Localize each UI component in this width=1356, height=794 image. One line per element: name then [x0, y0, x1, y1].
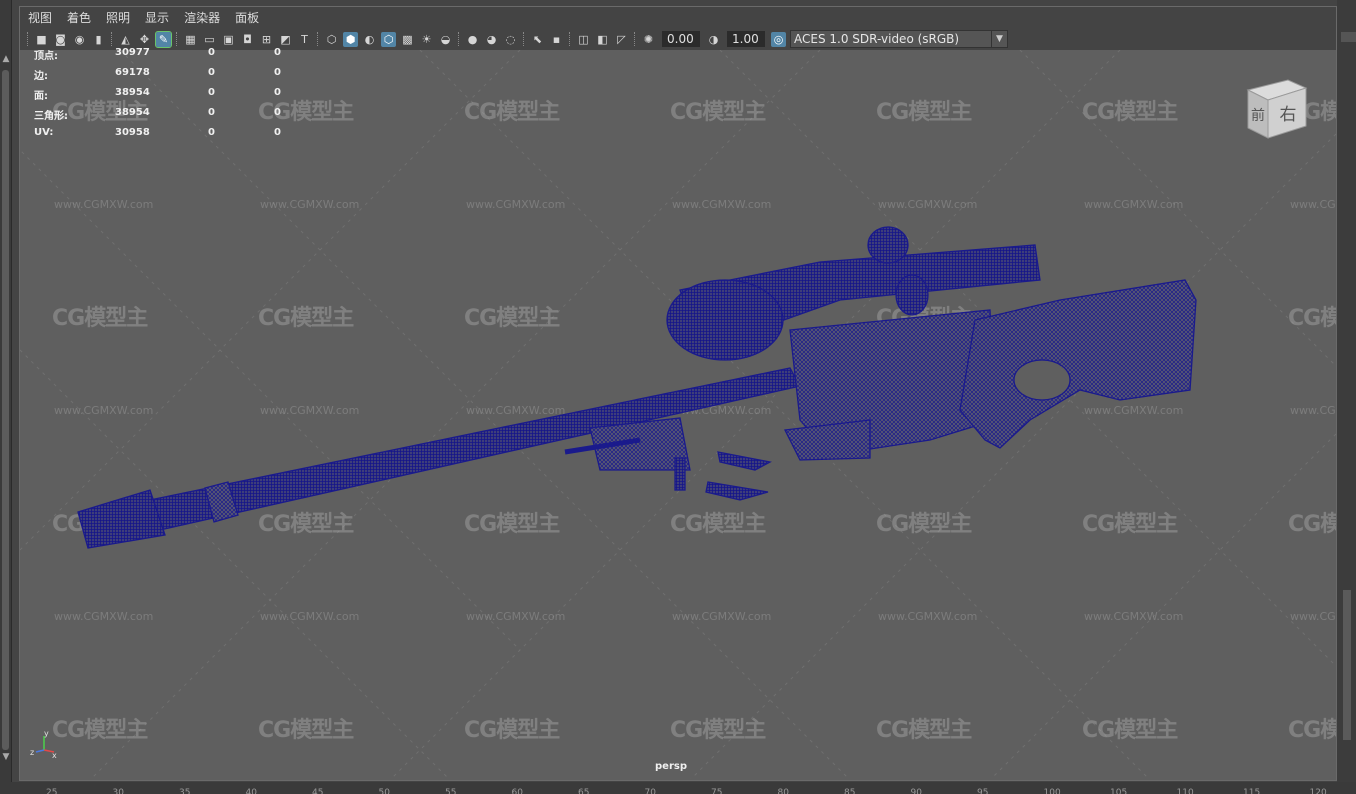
timeline-tick: 25: [46, 788, 58, 794]
viewcube[interactable]: 前 右: [1244, 78, 1310, 140]
rifle-cartridge-1: [717, 451, 772, 471]
timeline-tick: 45: [312, 788, 324, 794]
sniper-rifle-wireframe-model[interactable]: [0, 0, 1356, 794]
timeline-tick: 50: [378, 788, 390, 794]
rifle-stock-thumbhole: [1013, 359, 1071, 401]
timeline-tick: 85: [844, 788, 856, 794]
rifle-loose-part: [674, 457, 686, 491]
rifle-scope-turret: [867, 226, 909, 264]
axis-gizmo: y x z: [30, 730, 57, 758]
viewcube-right-label[interactable]: 右: [1280, 105, 1297, 125]
rifle-magazine: [784, 419, 871, 461]
timeline-tick: 40: [245, 788, 257, 794]
timeline-ruler[interactable]: 25 30 35 40 45 50 55 60 65 70 75 80 85 90 95 100 105 110 1…: [0, 782, 1356, 794]
timeline-tick: 110: [1176, 788, 1194, 794]
timeline-tick: 80: [777, 788, 789, 794]
timeline-tick: 55: [445, 788, 457, 794]
rifle-stock: [959, 279, 1197, 449]
rifle-barrel: [149, 367, 801, 531]
timeline-tick: 70: [644, 788, 656, 794]
timeline-tick: 75: [711, 788, 723, 794]
timeline-tick: 115: [1243, 788, 1261, 794]
timeline-tick: 90: [910, 788, 922, 794]
viewcube-front-label[interactable]: 前: [1251, 107, 1265, 124]
timeline-tick: 105: [1110, 788, 1128, 794]
rifle-muzzle-brake: [77, 489, 166, 549]
axis-z-label: z: [30, 748, 34, 757]
timeline-tick: 100: [1043, 788, 1061, 794]
timeline-tick: 65: [578, 788, 590, 794]
axis-x-label: x: [52, 751, 57, 758]
timeline-tick: 120: [1309, 788, 1327, 794]
rifle-cartridge-2: [705, 481, 769, 501]
axis-y-label: y: [44, 730, 49, 738]
timeline-tick: 95: [977, 788, 989, 794]
rifle-scope-side-turret: [895, 274, 929, 316]
rifle-scope-objective: [666, 279, 784, 361]
camera-label: persp: [655, 761, 687, 772]
timeline-tick: 60: [511, 788, 523, 794]
timeline-tick: 35: [179, 788, 191, 794]
timeline-tick: 30: [112, 788, 124, 794]
